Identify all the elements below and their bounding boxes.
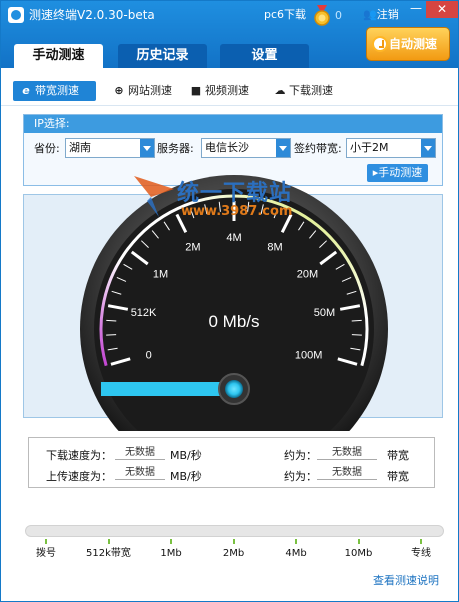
progress-tick xyxy=(45,539,47,544)
progress-tick xyxy=(357,539,360,544)
watermark-text: 统一下载站 xyxy=(177,180,293,206)
speed-readout: 0 Mb/s xyxy=(208,312,259,331)
gauge-scale-label: 1M xyxy=(153,269,168,281)
app-window: 测速终端V2.0.30-beta pc6下载 0 👥注销 — ✕ 手动测速 历史… xyxy=(0,0,459,602)
gauge-hub xyxy=(225,380,243,398)
progress-scale-label: 4Mb xyxy=(285,548,307,559)
gauge-minor-tick xyxy=(351,319,362,322)
progress-tick xyxy=(170,539,172,544)
download-speed-value: 无数据 xyxy=(115,446,165,460)
watermark-emblem-icon xyxy=(134,176,174,217)
gauge-scale-label: 4M xyxy=(226,232,241,244)
progress-tick xyxy=(420,539,422,544)
gauge-needle-base xyxy=(101,382,234,396)
upload-speed-unit: MB/秒 xyxy=(170,470,202,483)
upload-approx-unit: 带宽 xyxy=(387,470,409,483)
gauge-scale-label: 0 xyxy=(146,349,152,361)
help-link[interactable]: 查看测速说明 xyxy=(373,574,439,588)
progress-scale-label: 1Mb xyxy=(160,548,182,559)
gauge-scale-label: 512K xyxy=(131,307,157,319)
download-approx-unit: 带宽 xyxy=(387,449,409,462)
test-progress-bar xyxy=(25,525,444,537)
upload-approx-value: 无数据 xyxy=(317,466,377,480)
progress-scale-label: 拨号 xyxy=(36,548,56,559)
gauge-scale-label: 8M xyxy=(267,242,282,254)
gauge-scale-label: 20M xyxy=(297,269,318,281)
download-speed-label: 下载速度为： xyxy=(46,449,112,462)
progress-scale-label: 专线 xyxy=(411,548,431,559)
upload-speed-value: 无数据 xyxy=(115,466,165,480)
progress-tick xyxy=(107,539,110,544)
gauge-minor-tick xyxy=(106,319,117,322)
watermark-url: www.3987.com xyxy=(181,204,293,219)
results-panel: 下载速度为： 无数据 MB/秒 约为： 无数据 带宽 上传速度为： 无数据 MB… xyxy=(28,437,435,488)
download-speed-unit: MB/秒 xyxy=(170,449,202,462)
progress-scale-label: 2Mb xyxy=(222,548,245,559)
progress-tick xyxy=(295,539,297,544)
gauge-scale-label: 2M xyxy=(185,242,200,254)
download-approx-value: 无数据 xyxy=(317,446,377,460)
gauge-scale-label: 100M xyxy=(295,349,323,361)
upload-approx-label: 约为： xyxy=(284,470,317,483)
progress-tick xyxy=(232,539,235,544)
download-approx-label: 约为： xyxy=(284,449,317,462)
upload-speed-label: 上传速度为： xyxy=(46,470,112,483)
progress-scale-label: 10Mb xyxy=(344,548,373,559)
progress-scale-label: 512k带宽 xyxy=(86,548,131,559)
gauge-scale-label: 50M xyxy=(314,307,335,319)
